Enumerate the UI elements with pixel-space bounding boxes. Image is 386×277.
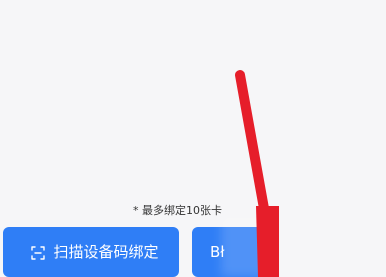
scan-device-code-bind-button[interactable]: 扫描设备码绑定 — [3, 227, 179, 277]
second-bind-label: Bł — [210, 243, 225, 261]
screen: * 最多绑定10张卡 扫描设备码绑定 Bł — [0, 0, 386, 277]
arrow-shaft — [235, 70, 270, 219]
second-bind-button[interactable]: Bł — [192, 227, 272, 277]
binding-limit-note: * 最多绑定10张卡 — [133, 204, 222, 217]
scan-code-icon — [31, 245, 46, 260]
scan-device-code-bind-label: 扫描设备码绑定 — [53, 243, 159, 261]
